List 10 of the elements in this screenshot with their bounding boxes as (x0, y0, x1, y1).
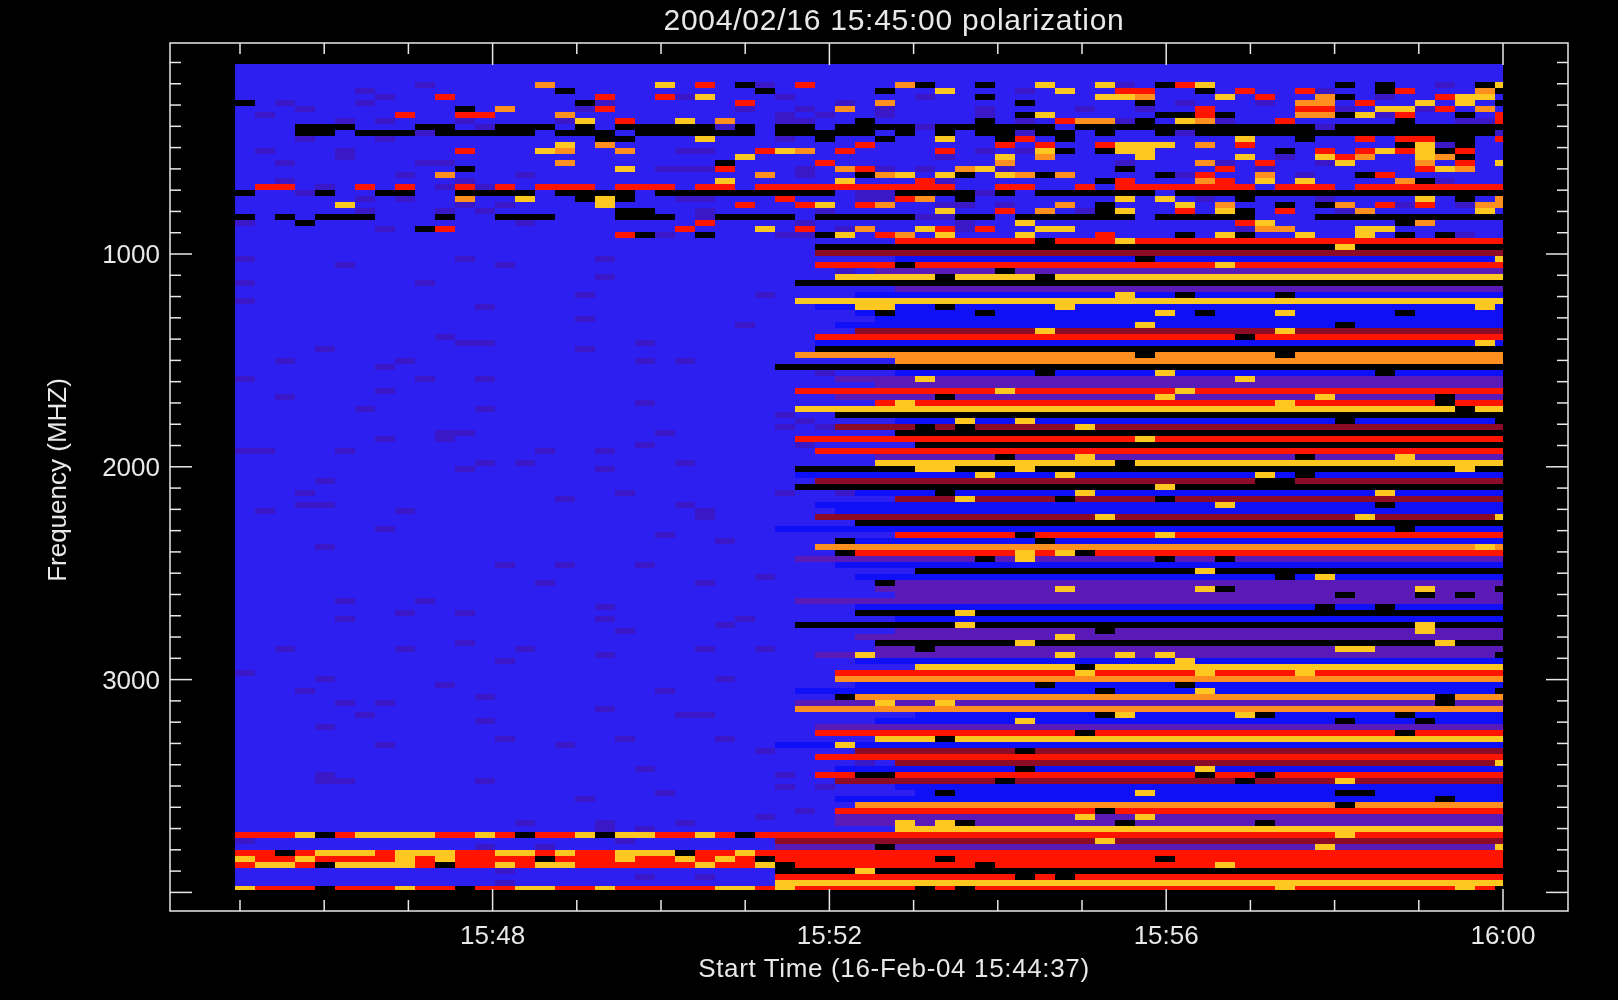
axis-tick-label: 15:56 (1133, 920, 1199, 950)
axis-tick-label: 2000 (102, 451, 160, 482)
chart-title: 2004/02/16 15:45:00 polarization (663, 5, 1125, 35)
axis-title: Frequency (MHZ) (42, 378, 72, 582)
axis-tick-label: 15:52 (796, 920, 862, 950)
axis-tick-label: 1000 (102, 239, 160, 269)
axis-title: Start Time (16-Feb-04 15:44:37) (698, 952, 1090, 985)
axis-tick-label: 3000 (102, 664, 160, 695)
axis-tick-label: 15:48 (460, 920, 526, 950)
axis-tick-label: 16:00 (1470, 920, 1536, 950)
